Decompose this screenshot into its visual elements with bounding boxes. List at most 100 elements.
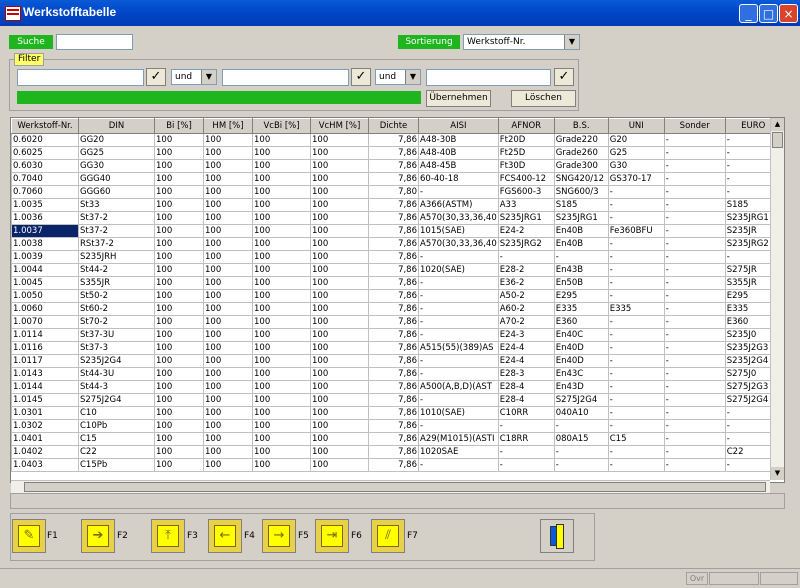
table-cell[interactable]: 100 [154,250,204,264]
table-cell[interactable]: En40D [553,341,609,355]
table-cell[interactable]: En50B [553,276,609,290]
table-cell[interactable]: En43D [553,380,609,394]
table-cell[interactable]: 100 [203,341,253,355]
table-cell[interactable]: 100 [252,276,311,290]
table-cell[interactable]: GGG60 [78,185,155,199]
filter-operator-2[interactable]: und ▼ [375,69,421,85]
table-cell[interactable]: - [418,458,499,472]
table-cell[interactable]: 100 [203,458,253,472]
table-cell[interactable]: 7,86 [368,250,419,264]
table-cell[interactable]: 100 [154,315,204,329]
table-cell[interactable]: 100 [252,224,311,238]
table-cell[interactable]: Fe360BFU [607,224,665,238]
table-cell[interactable]: St70-2 [78,315,155,329]
table-cell[interactable]: - [553,419,609,433]
table-cell[interactable]: 1.0037 [11,224,79,238]
table-cell[interactable]: - [663,159,726,173]
table-cell[interactable]: 100 [310,263,369,277]
apply-filter-button[interactable]: Übernehmen [426,90,491,107]
table-cell[interactable]: 1.0060 [11,302,79,316]
table-cell[interactable]: A500(A,B,D)(AST [418,380,499,394]
table-cell[interactable]: C15Pb [78,458,155,472]
table-cell[interactable]: - [607,419,665,433]
clear-filter-button[interactable]: Löschen [511,90,576,107]
table-row[interactable]: 1.0050 St50-2 100 100 100 100 7,86- A50-2 E295- -… [11,289,782,303]
table-cell[interactable]: 7,86 [368,341,419,355]
column-header[interactable]: B.S. [553,118,609,134]
table-cell[interactable]: - [663,211,726,225]
table-cell[interactable]: - [553,445,609,459]
table-cell[interactable]: - [497,445,555,459]
table-cell[interactable]: 100 [154,341,204,355]
table-cell[interactable]: 100 [252,432,311,446]
table-cell[interactable]: C10Pb [78,419,155,433]
table-cell[interactable]: 100 [310,380,369,394]
table-cell[interactable]: 0.6025 [11,146,79,160]
table-cell[interactable]: Ft30D [497,159,555,173]
table-cell[interactable]: GG20 [78,133,155,147]
table-cell[interactable]: 100 [252,237,311,251]
table-cell[interactable]: - [607,458,665,472]
table-cell[interactable]: 1.0036 [11,211,79,225]
table-cell[interactable]: S235JRH [78,250,155,264]
table-cell[interactable]: 1.0301 [11,406,79,420]
table-cell[interactable]: - [663,341,726,355]
table-cell[interactable]: 100 [154,302,204,316]
table-cell[interactable]: Grade300 [553,159,609,173]
table-cell[interactable]: 100 [154,198,204,212]
table-cell[interactable]: - [418,276,499,290]
table-cell[interactable]: - [663,198,726,212]
table-cell[interactable]: 7,86 [368,458,419,472]
table-row[interactable]: 1.0070 St70-2 100 100 100 100 7,86- A70-2 E360- -… [11,315,782,329]
table-cell[interactable]: 100 [154,328,204,342]
table-cell[interactable]: - [663,250,726,264]
table-cell[interactable]: E335 [607,302,665,316]
table-cell[interactable]: - [663,367,726,381]
filter-1-confirm-icon[interactable]: ✓ [146,68,166,86]
table-cell[interactable]: 100 [203,159,253,173]
horizontal-scrollbar[interactable] [11,480,770,493]
table-cell[interactable]: - [607,276,665,290]
table-cell[interactable]: E335 [553,302,609,316]
table-cell[interactable]: - [418,393,499,407]
table-cell[interactable]: 1.0050 [11,289,79,303]
table-cell[interactable]: FGS600-3 [497,185,555,199]
table-cell[interactable]: 1015(SAE) [418,224,499,238]
table-cell[interactable]: En40C [553,328,609,342]
table-cell[interactable]: S185 [553,198,609,212]
table-cell[interactable]: A29(M1015)(ASTI [418,432,499,446]
table-cell[interactable]: 100 [252,250,311,264]
table-cell[interactable]: S275J2G4 [78,393,155,407]
table-cell[interactable]: - [607,367,665,381]
close-button[interactable]: × [779,4,798,23]
table-cell[interactable]: - [663,315,726,329]
table-cell[interactable]: 7,86 [368,198,419,212]
table-cell[interactable]: - [418,367,499,381]
table-cell[interactable]: - [497,250,555,264]
table-cell[interactable]: 100 [154,445,204,459]
table-row[interactable]: 1.0036 St37-2 100 100 100 100 7,86 A570(30,33,3… [11,211,782,225]
table-cell[interactable]: 1.0143 [11,367,79,381]
table-row[interactable]: 1.0037 St37-2 100 100 100 100 7,86 1015(SAE) E24… [11,224,782,238]
table-cell[interactable]: 100 [310,224,369,238]
table-cell[interactable]: 0.7040 [11,172,79,186]
table-cell[interactable]: 100 [310,172,369,186]
table-cell[interactable]: 100 [203,276,253,290]
table-cell[interactable]: 100 [203,302,253,316]
table-cell[interactable]: 100 [203,432,253,446]
table-cell[interactable]: St60-2 [78,302,155,316]
minimize-button[interactable]: _ [739,4,758,23]
table-cell[interactable]: - [663,263,726,277]
table-cell[interactable]: - [553,458,609,472]
f4-button[interactable]: ← [208,519,242,553]
table-cell[interactable]: 100 [310,406,369,420]
table-cell[interactable]: En40D [553,354,609,368]
table-cell[interactable]: 100 [252,341,311,355]
table-cell[interactable]: S235JRG1 [497,211,555,225]
table-cell[interactable]: 7,86 [368,419,419,433]
table-cell[interactable]: 100 [310,289,369,303]
table-cell[interactable]: 7,86 [368,406,419,420]
table-cell[interactable]: G20 [607,133,665,147]
table-cell[interactable]: 100 [310,133,369,147]
table-cell[interactable]: - [607,341,665,355]
